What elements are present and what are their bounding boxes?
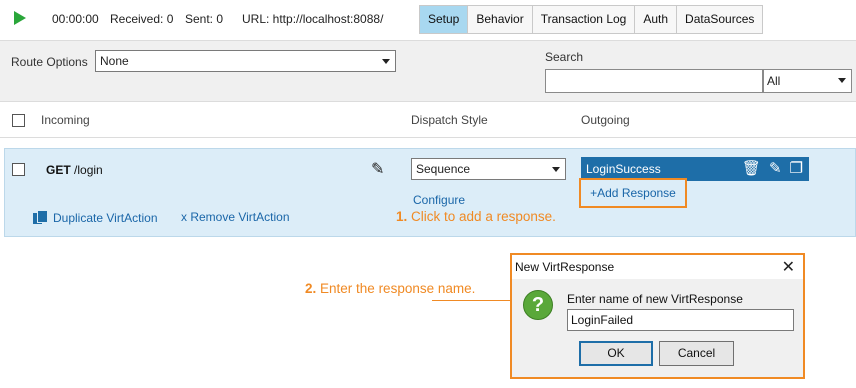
tab-setup[interactable]: Setup [420,6,469,33]
tab-transaction-log[interactable]: Transaction Log [532,6,636,33]
callout-step-2: 2. Enter the response name. [305,281,475,296]
dialog-prompt: Enter name of new VirtResponse [567,292,743,306]
tab-bar: Setup Behavior Transaction Log Auth Data… [419,5,764,34]
play-icon[interactable] [14,11,26,25]
callout-step-1: 1. Click to add a response. [396,209,556,224]
sent-count: Sent: 0 [185,12,224,26]
route-options-label: Route Options [11,55,88,69]
callout-leader-line [432,300,512,301]
header-outgoing: Outgoing [581,113,630,127]
response-actions: 🗑 ✎ ❐ [742,157,803,181]
copy-icon[interactable]: ❐ [790,157,803,181]
trash-icon[interactable]: 🗑 [742,157,761,181]
row-checkbox[interactable] [12,163,25,176]
duplicate-icon [33,210,48,224]
response-name-input[interactable]: LoginFailed [567,309,794,331]
ok-button[interactable]: OK [579,341,653,366]
header-incoming: Incoming [41,113,90,127]
add-response-button[interactable]: +Add Response [579,178,687,208]
question-icon: ? [523,290,553,320]
search-input[interactable] [545,69,763,93]
route-options-select[interactable]: None [95,50,396,72]
new-virtresponse-dialog: New VirtResponse ✕ ? Enter name of new V… [510,253,805,379]
edit-pencil-icon[interactable]: ✎ [769,157,782,181]
close-icon[interactable]: ✕ [782,256,795,280]
callout-step-2-number: 2. [305,281,317,296]
response-name: LoginSuccess [586,162,661,176]
url-text: URL: http://localhost:8088/ [242,12,384,26]
timer-text: 00:00:00 [52,12,99,26]
tab-behavior[interactable]: Behavior [468,6,533,33]
dialog-title-bar: New VirtResponse ✕ [512,255,803,279]
dispatch-style-select[interactable]: Sequence [411,158,566,180]
request-path: /login [74,163,103,177]
route-options-value: None [100,54,129,68]
configure-link[interactable]: Configure [413,193,465,207]
duplicate-label: Duplicate VirtAction [53,211,158,225]
dispatch-style-value: Sequence [416,162,471,176]
table-header: Incoming Dispatch Style Outgoing [0,102,856,138]
search-label: Search [545,50,584,64]
callout-step-1-text: Click to add a response. [411,209,556,224]
header-dispatch-style: Dispatch Style [411,113,488,127]
received-count: Received: 0 [110,12,174,26]
dialog-title: New VirtResponse [515,260,615,274]
callout-step-2-text: Enter the response name. [320,281,476,296]
top-toolbar: 00:00:00 Received: 0 Sent: 0 URL: http:/… [0,0,856,40]
select-all-checkbox[interactable] [12,114,25,127]
tab-auth[interactable]: Auth [635,6,678,33]
duplicate-virtaction-link[interactable]: Duplicate VirtAction [33,210,158,225]
filter-select[interactable]: All [763,69,852,93]
request-method: GET [46,163,71,177]
cancel-button[interactable]: Cancel [659,341,734,366]
chevron-down-icon [382,59,390,64]
edit-pencil-icon[interactable]: ✎ [371,159,384,179]
incoming-request: GET /login [46,163,103,177]
callout-step-1-number: 1. [396,209,408,224]
chevron-down-icon [838,78,846,83]
tab-datasources[interactable]: DataSources [677,6,763,33]
remove-virtaction-link[interactable]: x Remove VirtAction [181,210,290,224]
chevron-down-icon [552,167,560,172]
options-bar: Route Options None Search All [0,40,856,102]
filter-value: All [767,74,781,88]
